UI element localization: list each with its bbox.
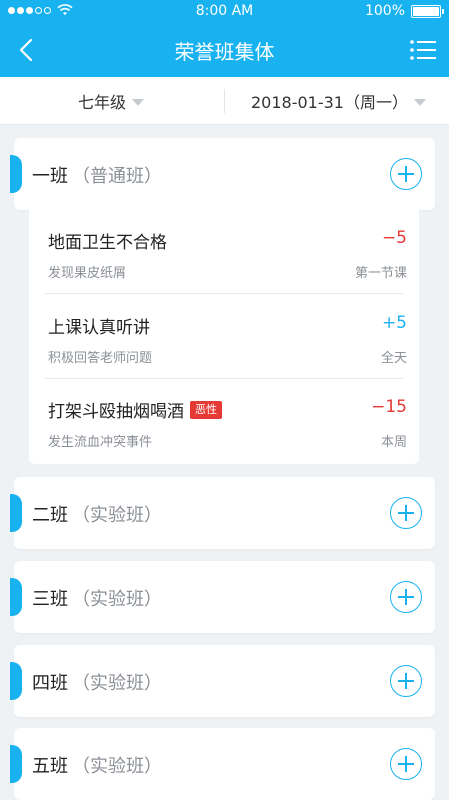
class-title: 五班 （实验班） — [32, 752, 162, 778]
add-record-button[interactable] — [390, 665, 422, 697]
class-type: （实验班） — [72, 756, 162, 777]
class-name: 五班 — [32, 756, 68, 777]
record-item[interactable]: 地面卫生不合格 发现果皮纸屑 −5 第一节课 — [29, 210, 419, 294]
class-card[interactable]: 四班 （实验班） — [10, 645, 435, 717]
battery-percent: 100% — [364, 3, 405, 19]
plus-circle-icon — [398, 756, 414, 772]
caret-down-icon — [414, 98, 426, 106]
filter-bar: 七年级 2018-01-31（周一） — [0, 77, 449, 125]
plus-circle-icon — [398, 673, 414, 689]
record-item[interactable]: 上课认真听讲 积极回答老师问题 +5 全天 — [29, 295, 419, 379]
class-title: 三班 （实验班） — [32, 585, 162, 611]
class-title: 四班 （实验班） — [32, 669, 162, 695]
card-accent — [10, 494, 22, 532]
record-score: −5 — [381, 228, 407, 248]
class-type: （普通班） — [72, 166, 162, 187]
card-accent — [10, 745, 22, 783]
class-card[interactable]: 五班 （实验班） — [10, 728, 435, 800]
class-name: 三班 — [32, 589, 68, 610]
record-title-row: 地面卫生不合格 — [48, 228, 167, 253]
record-title: 地面卫生不合格 — [48, 233, 167, 253]
class-card[interactable]: 一班 （普通班） — [10, 138, 435, 210]
card-accent — [10, 578, 22, 616]
class-title: 二班 （实验班） — [32, 501, 162, 527]
add-record-button[interactable] — [390, 748, 422, 780]
record-title-row: 打架斗殴抽烟喝酒 恶性 — [48, 397, 222, 422]
grade-label: 七年级 — [78, 93, 127, 112]
record-period: 第一节课 — [354, 266, 407, 281]
top-bar: 8:00 AM 100% 荣誉班集体 — [0, 0, 449, 77]
nav-bar: 荣誉班集体 — [0, 24, 449, 77]
date-label: 2018-01-31（周一） — [251, 93, 408, 112]
card-accent — [10, 155, 22, 193]
class-name: 二班 — [32, 505, 68, 526]
add-record-button[interactable] — [390, 581, 422, 613]
record-title: 上课认真听讲 — [48, 318, 150, 338]
record-desc: 发生流血冲突事件 — [48, 435, 153, 450]
record-period: 全天 — [380, 351, 407, 366]
menu-button[interactable] — [405, 32, 441, 68]
page-title: 荣誉班集体 — [174, 40, 275, 64]
plus-circle-icon — [398, 589, 414, 605]
record-score: −15 — [371, 397, 407, 417]
record-desc: 积极回答老师问题 — [48, 351, 153, 366]
class-card[interactable]: 三班 （实验班） — [10, 561, 435, 633]
record-score: +5 — [381, 313, 407, 333]
class-type: （实验班） — [72, 589, 162, 610]
add-record-button[interactable] — [390, 497, 422, 529]
record-desc: 发现果皮纸屑 — [48, 266, 127, 281]
plus-circle-icon — [398, 505, 414, 521]
class-type: （实验班） — [72, 673, 162, 694]
battery-icon — [411, 4, 444, 18]
record-period: 本周 — [380, 435, 407, 450]
record-item[interactable]: 打架斗殴抽烟喝酒 恶性 发生流血冲突事件 −15 本周 — [29, 379, 419, 463]
date-selector[interactable]: 2018-01-31（周一） — [251, 77, 426, 125]
battery-area: 100% — [364, 3, 444, 19]
status-bar: 8:00 AM 100% — [0, 0, 449, 24]
record-title-row: 上课认真听讲 — [48, 313, 150, 338]
list-menu-icon — [410, 40, 436, 60]
card-accent — [10, 662, 22, 700]
plus-circle-icon — [398, 166, 414, 182]
divider — [45, 293, 403, 294]
class-name: 一班 — [32, 166, 68, 187]
grade-selector[interactable]: 七年级 — [78, 77, 145, 125]
class-title: 一班 （普通班） — [32, 162, 162, 188]
add-record-button[interactable] — [390, 158, 422, 190]
class-card[interactable]: 二班 （实验班） — [10, 477, 435, 549]
record-title: 打架斗殴抽烟喝酒 — [48, 402, 184, 422]
class-name: 四班 — [32, 673, 68, 694]
record-list: 地面卫生不合格 发现果皮纸屑 −5 第一节课 上课认真听讲 积极回答老师问题 +… — [29, 210, 419, 464]
class-type: （实验班） — [72, 505, 162, 526]
severity-badge: 恶性 — [190, 400, 222, 419]
caret-down-icon — [132, 98, 145, 106]
filter-divider — [224, 89, 225, 113]
